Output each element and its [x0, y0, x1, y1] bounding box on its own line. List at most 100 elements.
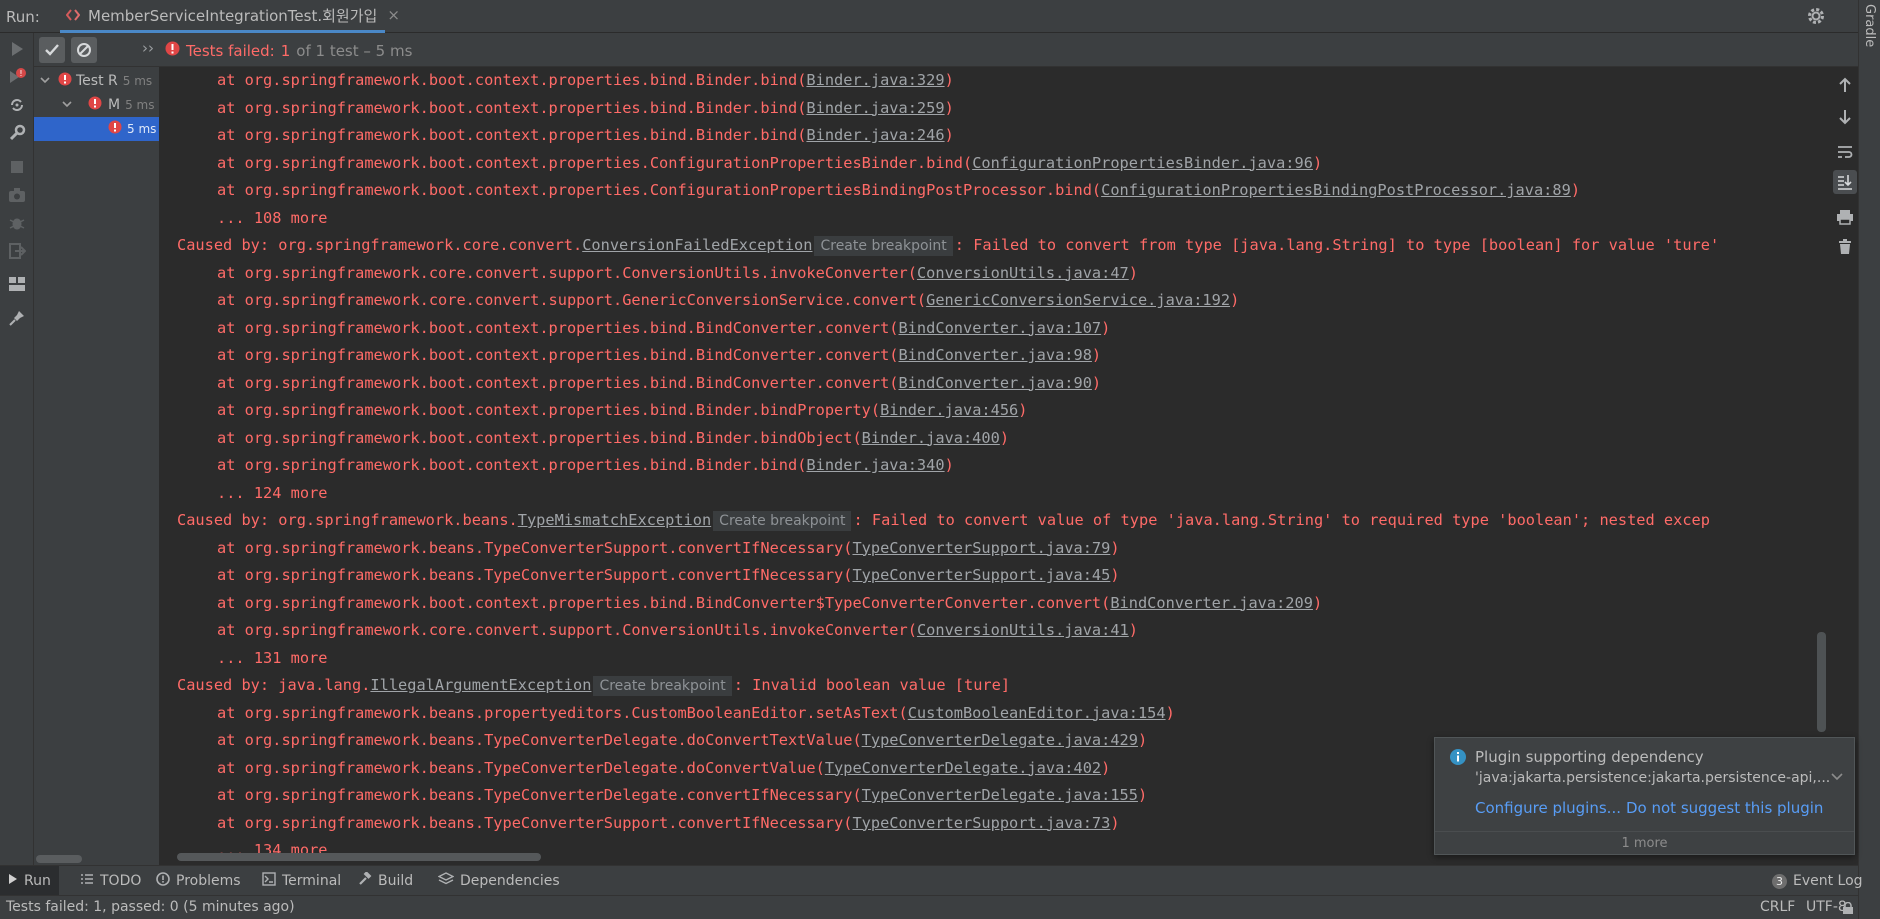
arrow-up-icon[interactable] [1833, 73, 1857, 97]
tree-horizontal-scrollbar[interactable] [36, 855, 82, 863]
exception-class-link[interactable]: IllegalArgumentException [370, 676, 591, 694]
source-file-link[interactable]: TypeConverterDelegate.java:429 [862, 731, 1138, 749]
chevron-down-icon[interactable] [40, 73, 56, 89]
show-passed-button[interactable] [39, 37, 65, 63]
scroll-to-end-icon[interactable] [1833, 170, 1857, 194]
test-config-icon [66, 8, 80, 22]
more-frames-line: ... 108 more [177, 205, 328, 232]
tree-item-method-selected[interactable]: 5 ms [34, 117, 159, 141]
exception-class-link[interactable]: ConversionFailedException [582, 236, 812, 254]
source-file-link[interactable]: TypeConverterSupport.java:73 [852, 814, 1110, 832]
more-notifications-link[interactable]: 1 more [1435, 831, 1854, 855]
console-text-tail: : Failed to convert from type [java.lang… [954, 236, 1720, 254]
tree-item-root[interactable]: Test R 5 ms [34, 69, 159, 93]
file-encoding-indicator[interactable]: UTF-8 [1806, 899, 1847, 915]
rerun-failed-icon[interactable]: ! [6, 66, 28, 88]
source-file-link[interactable]: TypeConverterDelegate.java:402 [825, 759, 1101, 777]
exit-icon[interactable] [6, 240, 28, 262]
console-text-tail: ) [1128, 263, 1138, 282]
debug-bug-icon[interactable] [6, 212, 28, 234]
create-breakpoint-button[interactable]: Create breakpoint [713, 511, 852, 531]
create-breakpoint-button[interactable]: Create breakpoint [593, 676, 732, 696]
exception-class-link[interactable]: TypeMismatchException [518, 511, 711, 529]
source-file-link[interactable]: TypeConverterSupport.java:45 [852, 566, 1110, 584]
source-file-link[interactable]: Binder.java:259 [806, 99, 944, 117]
layout-icon[interactable] [6, 273, 28, 295]
source-file-link[interactable]: BindConverter.java:90 [899, 374, 1092, 392]
soft-wrap-icon[interactable] [1833, 140, 1857, 164]
gear-icon[interactable] [1806, 6, 1826, 26]
run-configuration-tab[interactable]: MemberServiceIntegrationTest.회원가입 × [60, 0, 400, 33]
chevron-down-icon[interactable] [1830, 770, 1844, 786]
gradle-tool-strip[interactable]: Gradle [1858, 0, 1880, 919]
console-text-tail: ) [944, 456, 954, 474]
console-text: at org.springframework.boot.context.prop… [217, 318, 899, 337]
event-log-count-badge: 3 [1772, 873, 1787, 889]
source-file-link[interactable]: ConfigurationPropertiesBindingPostProces… [1101, 181, 1571, 199]
stack-frame-line: at org.springframework.boot.context.prop… [177, 452, 954, 479]
console-text: at org.springframework.boot.context.prop… [217, 456, 807, 474]
source-file-link[interactable]: Binder.java:340 [806, 456, 944, 474]
list-icon [80, 873, 94, 889]
chevron-down-icon[interactable] [62, 97, 78, 113]
stack-frame-line: at org.springframework.boot.context.prop… [177, 370, 1101, 397]
arrow-down-icon[interactable] [1833, 105, 1857, 129]
more-actions-chevron[interactable]: ›› [142, 39, 154, 57]
source-file-link[interactable]: Binder.java:400 [862, 429, 1000, 447]
source-file-link[interactable]: Binder.java:329 [806, 71, 944, 89]
tree-item-class[interactable]: M 5 ms [34, 93, 159, 117]
configure-plugins-link[interactable]: Configure plugins... [1475, 799, 1621, 817]
tab-dependencies[interactable]: Dependencies [430, 866, 568, 896]
tab-build-label: Build [378, 873, 414, 889]
tab-terminal[interactable]: Terminal [254, 866, 349, 896]
gradle-label[interactable]: Gradle [1862, 4, 1877, 47]
toggle-auto-test-icon[interactable] [6, 94, 28, 116]
tab-todo[interactable]: TODO [72, 866, 149, 896]
lock-icon[interactable] [1842, 901, 1854, 914]
trash-icon[interactable] [1833, 235, 1857, 259]
print-icon[interactable] [1833, 205, 1857, 229]
console-text: at org.springframework.beans.TypeConvert… [217, 538, 853, 557]
wrench-icon[interactable] [6, 122, 28, 144]
source-file-link[interactable]: Binder.java:456 [880, 401, 1018, 419]
console-text: at org.springframework.boot.context.prop… [217, 401, 881, 419]
create-breakpoint-button[interactable]: Create breakpoint [814, 236, 953, 256]
tab-problems-label: Problems [176, 873, 241, 889]
close-tab-icon[interactable]: × [387, 6, 400, 24]
console-text-tail: ) [1230, 291, 1240, 309]
source-file-link[interactable]: Binder.java:246 [806, 126, 944, 144]
status-message[interactable]: Tests failed: 1, passed: 0 (5 minutes ag… [6, 899, 295, 915]
line-separator-indicator[interactable]: CRLF [1760, 899, 1795, 915]
source-file-link[interactable]: BindConverter.java:98 [899, 346, 1092, 364]
source-file-link[interactable]: ConfigurationPropertiesBinder.java:96 [972, 154, 1313, 172]
tab-problems[interactable]: Problems [148, 866, 249, 896]
tab-run[interactable]: Run [0, 866, 59, 896]
camera-icon[interactable] [6, 184, 28, 206]
tab-event-log[interactable]: 3 Event Log [1764, 866, 1871, 896]
source-file-link[interactable]: ConversionUtils.java:47 [917, 264, 1129, 282]
source-file-link[interactable]: BindConverter.java:209 [1110, 594, 1313, 612]
stack-frame-line: at org.springframework.boot.context.prop… [177, 122, 954, 149]
source-file-link[interactable]: CustomBooleanEditor.java:154 [908, 704, 1166, 722]
tab-build[interactable]: Build [350, 866, 421, 896]
show-ignored-button[interactable] [71, 37, 97, 63]
run-tab-bar: Run: MemberServiceIntegrationTest.회원가입 × [0, 0, 1880, 33]
console-vertical-scrollbar[interactable] [1817, 632, 1826, 732]
console-text-tail: : Failed to convert value of type 'java.… [853, 511, 1710, 529]
rerun-icon[interactable] [6, 38, 28, 60]
source-file-link[interactable]: ConversionUtils.java:41 [917, 621, 1129, 639]
source-file-link[interactable]: TypeConverterDelegate.java:155 [862, 786, 1138, 804]
run-icon [8, 873, 18, 889]
stop-icon[interactable] [6, 156, 28, 178]
source-file-link[interactable]: GenericConversionService.java:192 [926, 291, 1230, 309]
console-horizontal-scrollbar[interactable] [177, 853, 541, 861]
do-not-suggest-plugin-link[interactable]: Do not suggest this plugin [1626, 799, 1823, 817]
console-text: ... 108 more [217, 208, 328, 227]
pin-icon[interactable] [6, 307, 28, 329]
notification-body: 'java:jakarta.persistence:jakarta.persis… [1475, 770, 1831, 786]
console-text-tail: ) [944, 126, 954, 144]
source-file-link[interactable]: TypeConverterSupport.java:79 [852, 539, 1110, 557]
source-file-link[interactable]: BindConverter.java:107 [899, 319, 1102, 337]
console-text: at org.springframework.beans.TypeConvert… [217, 731, 862, 749]
stack-frame-line: at org.springframework.beans.TypeConvert… [177, 562, 1120, 589]
